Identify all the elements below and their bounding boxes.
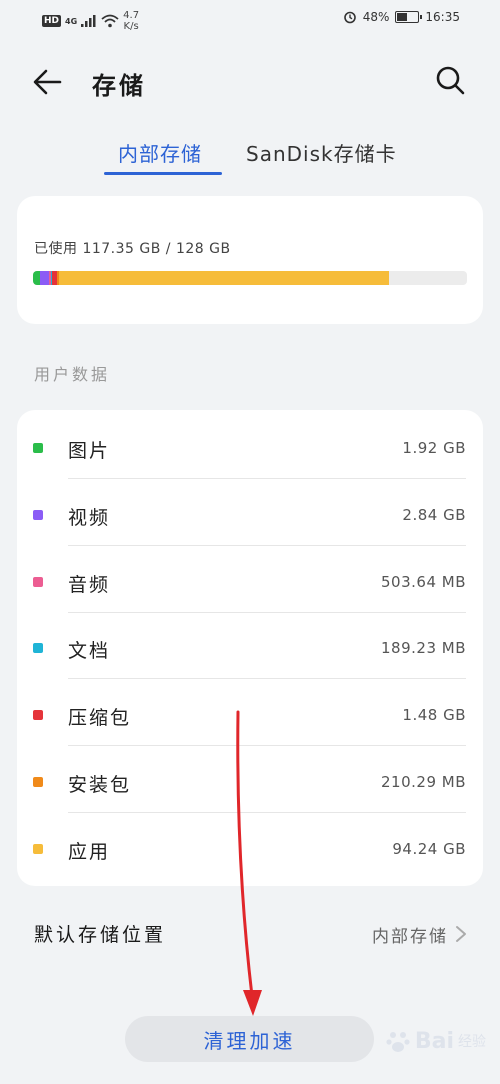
category-color-dot xyxy=(33,643,43,654)
tab-internal-storage[interactable]: 内部存储 xyxy=(118,138,202,167)
network-speed-value: 4.7 xyxy=(123,10,140,21)
section-label-user-data: 用户数据 xyxy=(34,365,111,384)
category-label: 压缩包 xyxy=(68,707,132,730)
user-data-row[interactable]: 安装包 210.29 MB xyxy=(17,746,483,813)
battery-percent: 48% xyxy=(362,10,390,24)
category-size: 2.84 GB xyxy=(402,505,466,524)
watermark-text: Bai xyxy=(414,1028,454,1054)
default-storage-label: 默认存储位置 xyxy=(34,924,167,946)
storage-usage-card: 已使用 117.35 GB / 128 GB xyxy=(17,196,483,324)
hd-badge: HD xyxy=(42,15,62,27)
network-speed-unit: K/s xyxy=(123,21,139,32)
search-icon xyxy=(436,66,465,95)
user-data-list: 图片 1.92 GB 视频 2.84 GB 音频 503.64 MB 文档 189.23 MB… xyxy=(17,410,483,886)
watermark: Bai 经验 xyxy=(385,1028,486,1054)
user-data-row[interactable]: 压缩包 1.48 GB xyxy=(17,679,483,747)
category-label: 安装包 xyxy=(68,774,132,796)
default-storage-value: 内部存储 xyxy=(372,927,448,947)
category-size: 1.92 GB xyxy=(402,439,466,457)
back-button[interactable] xyxy=(30,64,66,100)
user-data-row[interactable]: 应用 94.24 GB xyxy=(17,813,483,880)
active-tab-indicator xyxy=(104,172,222,175)
user-data-row[interactable]: 音频 503.64 MB xyxy=(17,546,483,613)
storage-usage-bar xyxy=(33,271,467,285)
page-title: 存储 xyxy=(92,72,146,100)
category-color-dot xyxy=(33,843,43,854)
network-indicator: 4G xyxy=(65,16,78,26)
usage-segment xyxy=(59,271,389,285)
storage-usage-text: 已使用 117.35 GB / 128 GB xyxy=(34,241,231,257)
app-header: 存储 xyxy=(0,52,500,108)
alarm-icon xyxy=(343,11,356,24)
category-size: 210.29 MB xyxy=(381,773,466,791)
paw-logo-icon xyxy=(386,1032,410,1052)
user-data-row[interactable]: 图片 1.92 GB xyxy=(17,412,483,479)
category-color-dot xyxy=(33,777,43,787)
arrow-left-icon xyxy=(33,69,62,95)
wifi-icon xyxy=(101,14,119,28)
status-bar-left: HD 4G 4.7 K/s xyxy=(42,10,139,32)
status-bar-right: 48% 16:35 xyxy=(343,10,460,24)
category-color-dot xyxy=(33,576,43,587)
storage-tabs: 内部存储 SanDisk存储卡 xyxy=(0,138,500,178)
category-size: 94.24 GB xyxy=(392,839,466,858)
category-color-dot xyxy=(33,443,43,453)
category-label: 音频 xyxy=(68,573,111,596)
user-data-row[interactable]: 文档 189.23 MB xyxy=(17,612,483,680)
usage-segment xyxy=(39,271,50,285)
tab-sandisk-card[interactable]: SanDisk存储卡 xyxy=(246,138,397,167)
category-color-dot xyxy=(33,509,43,520)
category-color-dot xyxy=(33,710,43,721)
category-label: 视频 xyxy=(68,506,111,529)
battery-icon xyxy=(395,11,423,23)
clock: 16:35 xyxy=(425,10,460,24)
user-data-row[interactable]: 视频 2.84 GB xyxy=(17,479,483,546)
category-size: 189.23 MB xyxy=(381,639,466,658)
chevron-right-icon xyxy=(456,926,466,942)
category-label: 图片 xyxy=(68,440,111,462)
clean-accelerate-button[interactable]: 清理加速 xyxy=(125,1016,374,1062)
watermark-subtext: 经验 xyxy=(458,1034,486,1050)
category-size: 1.48 GB xyxy=(402,706,466,725)
network-speed: 4.7 K/s xyxy=(123,10,139,32)
status-bar: HD 4G 4.7 K/s 48% 16:35 xyxy=(0,0,500,40)
battery-fill xyxy=(397,13,407,21)
category-size: 503.64 MB xyxy=(381,572,466,591)
category-label: 文档 xyxy=(68,640,111,663)
default-storage-row[interactable]: 默认存储位置 内部存储 xyxy=(0,900,500,966)
search-button[interactable] xyxy=(434,64,466,96)
signal-icon xyxy=(81,15,96,27)
category-label: 应用 xyxy=(68,840,111,863)
